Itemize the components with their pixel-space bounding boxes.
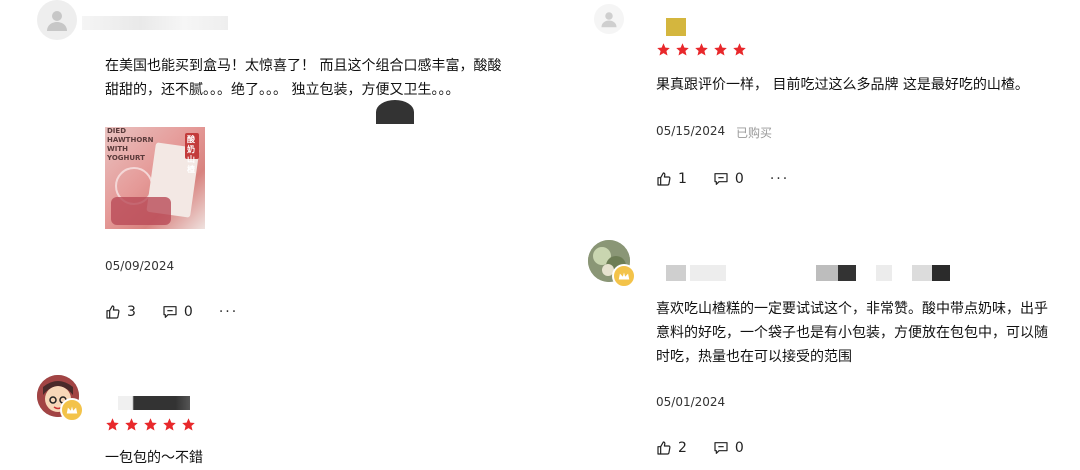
review-text: 果真跟评价一样， 目前吃过这么多品牌 这是最好吃的山楂。 [656,77,1029,93]
comment-count: 0 [734,171,744,187]
comment-icon [714,173,728,185]
more-icon[interactable]: ··· [219,304,238,320]
comment-icon [714,442,728,454]
masked-username [82,16,228,30]
review-actions: 2 0 [656,440,770,456]
like-icon [106,305,120,319]
avatar-placeholder [37,0,77,40]
like-button[interactable]: 3 [105,304,136,320]
review-date: 05/01/2024 [656,395,726,409]
star-icon [695,43,708,56]
avatar-placeholder [594,4,624,34]
crown-icon [612,264,636,288]
masked-username [816,265,838,281]
masked-username [690,265,726,281]
star-icon [182,418,195,431]
review-text: 一包包的～不錯 [105,450,203,466]
star-icon [733,43,746,56]
like-button[interactable]: 2 [656,440,687,456]
masked-username [666,18,686,36]
masked-username [118,396,190,410]
like-icon [657,441,671,455]
comment-button[interactable]: 0 [162,304,193,320]
review-date: 05/09/2024 [105,259,175,273]
comment-count: 0 [734,440,744,456]
like-count: 2 [678,440,687,456]
overlapping-avatar-fragment [376,100,414,124]
review-actions: 3 0 ··· [105,304,238,320]
star-icon [144,418,157,431]
more-icon[interactable]: ··· [770,171,789,187]
like-icon [657,172,671,186]
review-date: 05/15/2024 [656,124,726,138]
photo-label-chinese: 酸奶山楂 [187,135,195,174]
star-icon [125,418,138,431]
purchased-badge: 已购买 [736,126,773,140]
like-count: 3 [127,304,136,320]
star-icon [163,418,176,431]
comment-count: 0 [183,304,193,320]
comment-icon [163,306,177,318]
review-text: 在美国也能买到盒马！太惊喜了！ 而且这个组合口感丰富，酸酸 甜甜的，还不腻。。。… [105,58,502,98]
masked-username [876,265,892,281]
user-icon [47,11,67,31]
masked-username [666,265,686,281]
star-rating [105,417,196,432]
photo-label-english: DIED HAWTHORN WITH YOGHURT [107,127,154,162]
like-count: 1 [678,171,687,187]
comment-button[interactable]: 0 [713,171,744,187]
review-text: 喜欢吃山楂糕的一定要试试这个，非常赞。酸中带点奶味，出乎 意料的好吃，一个袋子也… [656,301,1048,365]
star-icon [657,43,670,56]
masked-username [838,265,856,281]
star-icon [106,418,119,431]
like-button[interactable]: 1 [656,171,687,187]
masked-username [912,265,932,281]
star-rating [656,42,747,57]
star-icon [676,43,689,56]
review-photo[interactable]: DIED HAWTHORN WITH YOGHURT 酸奶山楂 [105,127,205,229]
review-actions: 1 0 ··· [656,171,789,187]
star-icon [714,43,727,56]
user-icon [601,12,617,28]
crown-icon [60,398,84,422]
comment-button[interactable]: 0 [713,440,744,456]
masked-username [932,265,950,281]
